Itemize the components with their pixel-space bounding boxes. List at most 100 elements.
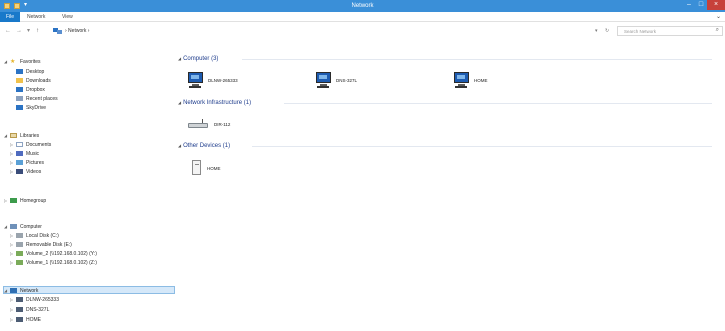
network-item-home[interactable]: HOME: [452, 68, 488, 92]
breadcrumb[interactable]: › Network ›: [65, 28, 89, 35]
network-computer-icon: [16, 307, 23, 313]
nav-recent-places[interactable]: Recent places: [16, 95, 58, 103]
network-computer-icon: [16, 297, 23, 303]
nav-network[interactable]: ◢ Network: [3, 286, 175, 294]
media-server-icon: [191, 160, 203, 176]
nav-item-label: Volume_2 (\\192.168.0.102) (Y:): [26, 251, 97, 257]
group-collapse-icon[interactable]: ◢: [178, 100, 181, 105]
group-collapse-icon[interactable]: ◢: [178, 143, 181, 148]
network-item-dir-112[interactable]: DIR-112: [188, 112, 230, 136]
nav-dlnw-265333[interactable]: ▷ DLNW-265333: [10, 296, 59, 304]
title-bar: ▾ Network – □ ×: [0, 0, 725, 12]
nav-local-disk[interactable]: ▷ Local Disk (C:): [10, 232, 59, 240]
videos-icon: [16, 169, 23, 175]
window-title: Network: [351, 3, 374, 9]
libraries-icon: [10, 133, 17, 139]
maximize-button[interactable]: □: [695, 0, 707, 10]
homegroup-icon: [10, 198, 17, 204]
nav-item-label: Homegroup: [20, 198, 47, 204]
nav-item-label: Documents: [26, 142, 52, 148]
nav-computer[interactable]: ◢ Computer: [4, 223, 42, 231]
nav-volume-1[interactable]: ▷ Volume_1 (\\192.168.0.102) (Z:): [10, 259, 97, 267]
nav-dropbox[interactable]: Dropbox: [16, 86, 45, 94]
computer-icon: [186, 71, 204, 89]
dropbox-icon: [16, 87, 23, 93]
nav-item-label: Videos: [26, 169, 42, 175]
nav-item-label: SkyDrive: [26, 105, 47, 111]
tab-network[interactable]: Network: [27, 12, 45, 22]
network-icon: [10, 288, 17, 294]
music-icon: [16, 151, 23, 157]
nav-item-label: Favorites: [20, 59, 41, 65]
disk-icon: [16, 233, 23, 239]
nav-item-label: DLNW-265333: [26, 297, 59, 303]
group-header-label: Computer (3): [183, 56, 219, 62]
network-computer-icon: [16, 317, 23, 323]
nav-item-label: Pictures: [26, 160, 45, 166]
minimize-button[interactable]: –: [683, 0, 695, 10]
tab-file[interactable]: File: [0, 12, 20, 22]
network-item-dns-327l[interactable]: DNS-327L: [314, 68, 357, 92]
group-header-label: Other Devices (1): [183, 143, 231, 149]
network-item-dlnw-265333[interactable]: DLNW-265333: [186, 68, 238, 92]
expand-ribbon-button[interactable]: ⌄: [716, 13, 721, 20]
search-input[interactable]: Search Network: [624, 28, 656, 35]
nav-item-label: DNS-327L: [26, 307, 50, 313]
network-item-label: DNS-327L: [336, 77, 358, 83]
pictures-icon: [16, 160, 23, 166]
nav-item-label: Recent places: [26, 96, 58, 102]
address-bar[interactable]: › Network ›: [52, 26, 582, 36]
group-header-other-devices[interactable]: ◢ Other Devices (1): [178, 142, 230, 150]
nav-removable-disk[interactable]: ▷ Removable Disk (E:): [10, 241, 72, 249]
network-item-label: HOME: [207, 165, 221, 171]
group-header-network-infrastructure[interactable]: ◢ Network Infrastructure (1): [178, 99, 251, 107]
computer-icon: [314, 71, 332, 89]
nav-item-label: Libraries: [20, 133, 40, 139]
computer-icon: [10, 224, 17, 230]
nav-dns-327l[interactable]: ▷ DNS-327L: [10, 306, 49, 314]
network-drive-icon: [16, 260, 23, 266]
skydrive-icon: [16, 105, 23, 111]
network-item-home-device[interactable]: HOME: [191, 156, 221, 180]
back-button[interactable]: ←: [5, 27, 11, 35]
group-collapse-icon[interactable]: ◢: [178, 56, 181, 61]
tab-view[interactable]: View: [62, 12, 73, 22]
group-header-label: Network Infrastructure (1): [183, 100, 252, 106]
search-icon[interactable]: ⌕: [716, 27, 719, 34]
nav-videos[interactable]: ▷ Videos: [10, 168, 41, 176]
network-icon: [53, 28, 62, 34]
nav-item-label: HOME: [26, 317, 41, 323]
nav-documents[interactable]: ▷ Documents: [10, 141, 51, 149]
nav-homegroup[interactable]: ▷ Homegroup: [4, 197, 46, 205]
nav-item-label: Dropbox: [26, 87, 45, 93]
recent-locations-button[interactable]: ▾: [27, 27, 30, 35]
group-header-computer[interactable]: ◢ Computer (3): [178, 55, 218, 63]
network-item-label: HOME: [474, 77, 488, 83]
removable-disk-icon: [16, 242, 23, 248]
nav-music[interactable]: ▷ Music: [10, 150, 39, 158]
nav-favorites[interactable]: ◢ ★ Favorites: [4, 58, 41, 66]
nav-libraries[interactable]: ◢ Libraries: [4, 132, 39, 140]
nav-item-label: Network: [20, 288, 39, 294]
recent-places-icon: [16, 96, 23, 102]
nav-desktop[interactable]: Desktop: [16, 68, 44, 76]
computer-icon: [452, 71, 470, 89]
up-button[interactable]: ↑: [36, 27, 39, 35]
nav-home[interactable]: ▷ HOME: [10, 316, 41, 324]
forward-button[interactable]: →: [16, 27, 22, 35]
address-dropdown-button[interactable]: ▾: [595, 28, 598, 34]
nav-item-label: Computer: [20, 224, 42, 230]
star-icon: ★: [10, 58, 16, 65]
nav-volume-2[interactable]: ▷ Volume_2 (\\192.168.0.102) (Y:): [10, 250, 97, 258]
refresh-button[interactable]: ↻: [605, 28, 609, 34]
content-pane: ◢ Computer (3) DLNW-265333 DNS-327L HOME …: [178, 48, 725, 331]
close-button[interactable]: ×: [707, 0, 725, 10]
nav-downloads[interactable]: Downloads: [16, 77, 51, 85]
search-box[interactable]: Search Network ⌕: [617, 26, 723, 36]
network-drive-icon: [16, 251, 23, 257]
nav-pictures[interactable]: ▷ Pictures: [10, 159, 44, 167]
group-divider: [284, 103, 712, 104]
nav-skydrive[interactable]: SkyDrive: [16, 104, 46, 112]
nav-item-label: Downloads: [26, 78, 51, 84]
nav-item-label: Desktop: [26, 69, 45, 75]
